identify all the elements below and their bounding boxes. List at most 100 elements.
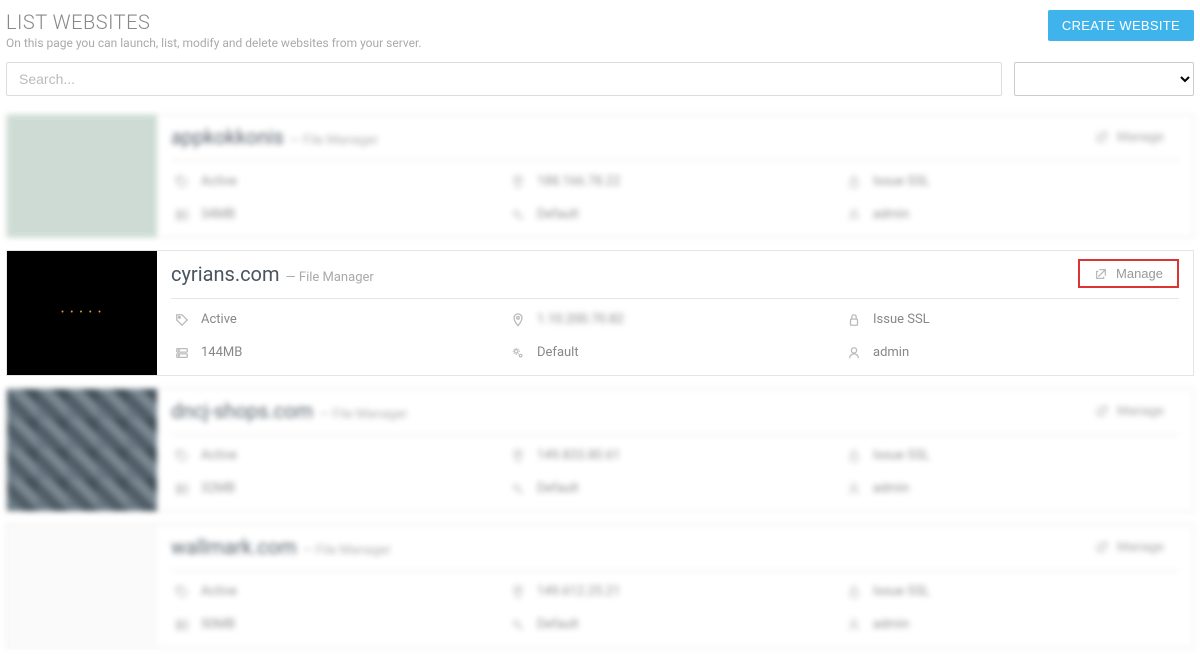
user-icon (847, 208, 861, 222)
search-input[interactable] (6, 62, 1002, 96)
info-cell: 149.612.25.21 (507, 575, 843, 608)
lock-icon (847, 585, 861, 599)
user-value: admin (873, 481, 909, 496)
info-cell: admin (843, 472, 1179, 505)
gears-icon (511, 482, 525, 496)
size-value: 50MB (201, 617, 235, 632)
info-cell: Default (507, 336, 843, 369)
filter-dropdown[interactable] (1014, 62, 1194, 96)
info-cell: admin (843, 336, 1179, 369)
disk-icon (175, 208, 189, 222)
lock-icon (847, 313, 861, 327)
info-cell: admin (843, 608, 1179, 641)
user-value: admin (873, 617, 909, 632)
external-link-icon (1095, 130, 1109, 144)
lock-icon (847, 449, 861, 463)
info-cell: 149.833.80.61 (507, 439, 843, 472)
website-card: wallmark.com — File Manager Manage Active 14… (6, 524, 1194, 648)
size-value: 144MB (201, 345, 242, 360)
website-thumbnail[interactable] (7, 525, 157, 647)
user-value: admin (873, 345, 909, 360)
tag-icon (175, 175, 189, 189)
website-thumbnail[interactable] (7, 389, 157, 511)
user-icon (847, 482, 861, 496)
status-value: Active (201, 584, 237, 599)
pin-icon (511, 449, 525, 463)
info-cell: 50MB (171, 608, 507, 641)
info-cell: 144MB (171, 336, 507, 369)
user-value: admin (873, 207, 909, 222)
disk-icon (175, 618, 189, 632)
disk-icon (175, 346, 189, 360)
ssl-value[interactable]: Issue SSL (873, 584, 930, 599)
package-value: Default (537, 207, 579, 222)
ssl-value[interactable]: Issue SSL (873, 174, 930, 189)
info-cell: Default (507, 472, 843, 505)
ip-value: 188.166.78.22 (537, 174, 620, 189)
gears-icon (511, 208, 525, 222)
external-link-icon (1095, 404, 1109, 418)
website-thumbnail[interactable]: • • • • • (7, 251, 157, 375)
info-cell: Default (507, 198, 843, 231)
info-cell: Active (171, 575, 507, 608)
gears-icon (511, 346, 525, 360)
status-value: Active (201, 174, 237, 189)
tag-icon (175, 449, 189, 463)
ip-value: 149.833.80.61 (537, 448, 620, 463)
info-cell: Issue SSL (843, 575, 1179, 608)
gears-icon (511, 618, 525, 632)
ssl-value[interactable]: Issue SSL (873, 448, 930, 463)
info-cell: Active (171, 439, 507, 472)
website-card: dncj-shops.com — File Manager Manage Active… (6, 388, 1194, 512)
manage-button[interactable]: Manage (1080, 123, 1179, 150)
info-cell: Active (171, 165, 507, 198)
domain-name[interactable]: wallmark.com (171, 535, 297, 559)
ip-value: 149.612.25.21 (537, 584, 620, 599)
size-value: 34MB (201, 207, 235, 222)
manage-button[interactable]: Manage (1080, 397, 1179, 424)
file-manager-link[interactable]: — File Manager (290, 133, 378, 148)
info-cell: 34MB (171, 198, 507, 231)
pin-icon (511, 585, 525, 599)
tag-icon (175, 585, 189, 599)
website-card: • • • • • cyrians.com — File Manager Manage… (6, 250, 1194, 376)
thumbnail-placeholder: • • • • • (61, 308, 103, 318)
pin-icon (511, 313, 525, 327)
domain-name[interactable]: appkokkonis (171, 125, 284, 149)
manage-button[interactable]: Manage (1080, 533, 1179, 560)
package-value: Default (537, 481, 579, 496)
lock-icon (847, 175, 861, 189)
manage-label: Manage (1117, 539, 1164, 554)
size-value: 32MB (201, 481, 235, 496)
file-manager-link[interactable]: — File Manager (319, 407, 407, 422)
ssl-value[interactable]: Issue SSL (873, 312, 930, 327)
file-manager-link[interactable]: — File Manager (303, 543, 391, 558)
website-thumbnail[interactable] (7, 115, 157, 237)
pin-icon (511, 175, 525, 189)
page-subtitle: On this page you can launch, list, modif… (6, 36, 422, 50)
package-value: Default (537, 617, 579, 632)
page-title: LIST WEBSITES (6, 10, 422, 34)
info-cell: Issue SSL (843, 439, 1179, 472)
domain-name[interactable]: dncj-shops.com (171, 399, 313, 423)
user-icon (847, 346, 861, 360)
external-link-icon (1094, 267, 1108, 281)
manage-label: Manage (1117, 129, 1164, 144)
disk-icon (175, 482, 189, 496)
manage-button[interactable]: Manage (1078, 259, 1179, 288)
website-card: appkokkonis — File Manager Manage Active 188… (6, 114, 1194, 238)
info-cell: 1.10.200.70.82 (507, 303, 843, 336)
info-cell: Active (171, 303, 507, 336)
manage-label: Manage (1117, 403, 1164, 418)
manage-label: Manage (1116, 266, 1163, 281)
info-cell: 32MB (171, 472, 507, 505)
info-cell: Default (507, 608, 843, 641)
info-cell: admin (843, 198, 1179, 231)
create-website-button[interactable]: CREATE WEBSITE (1048, 10, 1194, 41)
file-manager-link[interactable]: — File Manager (286, 270, 374, 285)
ip-value: 1.10.200.70.82 (537, 312, 624, 327)
status-value: Active (201, 312, 237, 327)
domain-name[interactable]: cyrians.com (171, 262, 280, 286)
info-cell: Issue SSL (843, 303, 1179, 336)
external-link-icon (1095, 540, 1109, 554)
